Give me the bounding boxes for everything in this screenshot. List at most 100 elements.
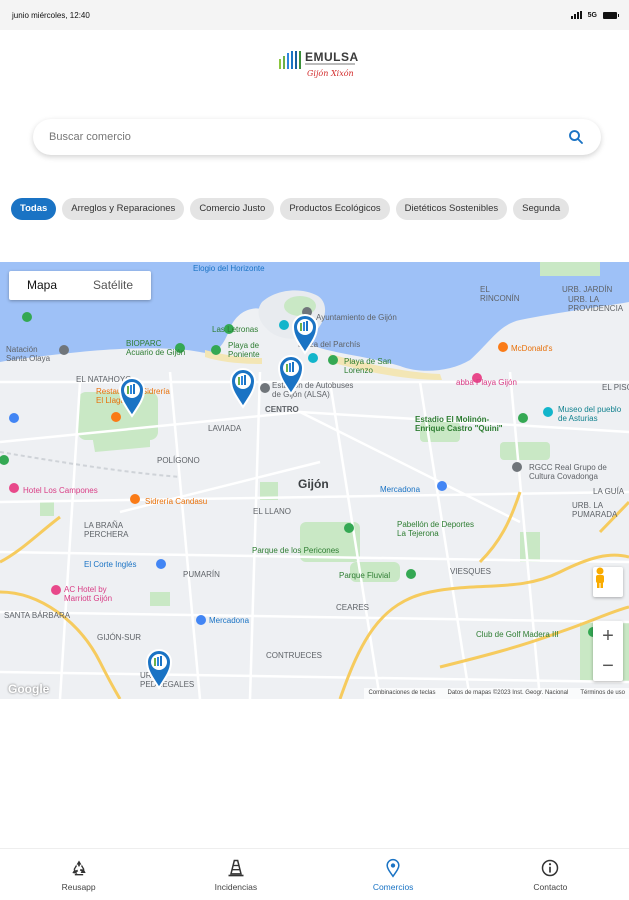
zoom-controls: + −: [593, 621, 623, 681]
label-pericones: Parque de los Pericones: [252, 546, 339, 555]
logo-underline: [305, 63, 355, 65]
label-contrueces: CONTRUECES: [266, 651, 322, 660]
label-laviada: LAVIADA: [208, 424, 242, 433]
nav-incidencias-label: Incidencias: [214, 881, 258, 892]
nav-contacto-label: Contacto: [533, 881, 568, 892]
label-rgcc: RGCC Real Grupo de Cultura Covadonga: [529, 463, 607, 481]
google-logo: Google: [8, 682, 50, 696]
label-brana: LA BRAÑA PERCHERA: [84, 521, 129, 539]
label-candasu: Sidrería Candasu: [145, 497, 207, 506]
traffic-cone-icon: [228, 859, 244, 876]
label-campones: Hotel Los Campones: [23, 486, 98, 495]
recycle-icon: [71, 860, 86, 875]
poi-blue-icon: [156, 559, 166, 569]
label-poniente: Playa de Poniente: [228, 341, 260, 359]
label-museo: Museo del pueblo de Asturias: [558, 405, 622, 423]
map-canvas[interactable]: Elogio del Horizonte Ayuntamiento de Gij…: [0, 262, 629, 699]
nav-reusapp[interactable]: Reusapp: [0, 849, 157, 900]
label-la-guia: LA GUÍA: [593, 487, 625, 496]
store-marker: [229, 368, 257, 409]
poi-orange-icon: [111, 412, 121, 422]
label-ac-hotel: AC Hotel by Marriott Gijón: [64, 585, 112, 603]
nav-comercios[interactable]: Comercios: [315, 849, 472, 900]
poi-teal-icon: [543, 407, 553, 417]
label-urb-jardin: URB. JARDÍN: [562, 285, 612, 294]
poi-blue-icon: [9, 413, 19, 423]
poi-green-icon: [518, 413, 528, 423]
label-mcdonalds: McDonald's: [511, 344, 553, 353]
search-input[interactable]: [49, 131, 567, 143]
poi-gray-icon: [512, 462, 522, 472]
poi-green-icon: [344, 523, 354, 533]
nav-reusapp-label: Reusapp: [61, 881, 96, 892]
street-view-pegman[interactable]: [593, 567, 623, 597]
label-santa-barbara: SANTA BÁRBARA: [4, 611, 71, 620]
label-pabellon: Pabellón de Deportes La Tejerona: [397, 520, 474, 538]
poi-gray-icon: [260, 383, 270, 393]
poi-pink-icon: [51, 585, 61, 595]
label-abba: abba Playa Gijón: [456, 378, 517, 387]
label-corte: El Corte Inglés: [84, 560, 136, 569]
label-ayuntamiento: Ayuntamiento de Gijón: [316, 313, 397, 322]
chip-dieteticos[interactable]: Dietéticos Sostenibles: [395, 198, 508, 220]
nav-incidencias[interactable]: Incidencias: [157, 849, 314, 900]
logo-name: EMULSA: [305, 50, 359, 64]
attrib-shortcuts[interactable]: Combinaciones de teclas: [368, 688, 435, 699]
poi-green-icon: [22, 312, 32, 322]
railway: [0, 451, 181, 478]
label-letronas: Las Letronas: [212, 325, 258, 334]
logo-bars-icon: [279, 51, 301, 69]
poi-teal-icon: [308, 353, 318, 363]
map-view[interactable]: Elogio del Horizonte Ayuntamiento de Gij…: [0, 262, 629, 699]
poi-orange-icon: [498, 342, 508, 352]
poi-green-icon: [0, 455, 9, 465]
poi-green-icon: [406, 569, 416, 579]
attrib-terms[interactable]: Términos de uso: [580, 688, 625, 699]
chip-comercio-justo[interactable]: Comercio Justo: [190, 198, 275, 220]
map-type-toggle: Mapa Satélite: [9, 271, 152, 300]
poi-green-icon: [211, 345, 221, 355]
zoom-out-button[interactable]: −: [593, 651, 623, 681]
label-gijon: Gijón: [298, 477, 329, 491]
label-gijon-sur: GIJÓN-SUR: [97, 633, 141, 642]
poi-blue-icon: [196, 615, 206, 625]
nav-comercios-label: Comercios: [372, 881, 414, 892]
label-el-piso: EL PISÓ: [602, 383, 629, 392]
chip-arreglos[interactable]: Arreglos y Reparaciones: [62, 198, 185, 220]
label-fluvial: Parque Fluvial: [339, 571, 390, 580]
battery-icon: [603, 11, 619, 19]
chip-todas[interactable]: Todas: [11, 198, 57, 220]
label-elogio: Elogio del Horizonte: [193, 264, 265, 273]
chip-segunda[interactable]: Segunda: [513, 198, 570, 220]
category-filters: Todas Arreglos y Reparaciones Comercio J…: [11, 198, 629, 222]
map-tab-mapa[interactable]: Mapa: [9, 271, 75, 300]
label-golf: Club de Golf Madera III: [476, 630, 559, 639]
info-icon: [542, 859, 559, 876]
search-bar[interactable]: [33, 119, 601, 155]
map-tab-satelite[interactable]: Satélite: [75, 271, 151, 300]
label-pumarada: URB. LA PUMARADA: [572, 501, 618, 519]
label-ceares: CEARES: [336, 603, 369, 612]
label-centro: CENTRO: [265, 405, 299, 414]
zoom-in-button[interactable]: +: [593, 621, 623, 651]
chip-productos-ecologicos[interactable]: Productos Ecológicos: [280, 198, 390, 220]
map-attribution: Combinaciones de teclas Datos de mapas ©…: [364, 688, 629, 699]
location-pin-icon: [386, 858, 400, 878]
network-label: 5G: [587, 11, 597, 19]
status-indicators: 5G: [570, 11, 619, 19]
poi-blue-icon: [437, 481, 447, 491]
label-el-llano: EL LLANO: [253, 507, 291, 516]
poi-teal-icon: [279, 320, 289, 330]
signal-icon: [570, 11, 582, 19]
search-icon[interactable]: [567, 128, 585, 146]
label-poligono: POLÍGONO: [157, 456, 200, 465]
attrib-data: Datos de mapas ©2023 Inst. Geogr. Nacion…: [447, 690, 569, 696]
nav-contacto[interactable]: Contacto: [472, 849, 629, 900]
label-pumarin: PUMARÍN: [183, 570, 220, 579]
poi-gray-icon: [59, 345, 69, 355]
status-time: junio miércoles, 12:40: [12, 10, 90, 20]
emulsa-logo: EMULSA Gijón Xixón: [279, 47, 359, 87]
label-mercadona2: Mercadona: [209, 616, 250, 625]
poi-green-icon: [328, 355, 338, 365]
bottom-navigation: Reusapp Incidencias Comercios Contacto: [0, 848, 629, 900]
